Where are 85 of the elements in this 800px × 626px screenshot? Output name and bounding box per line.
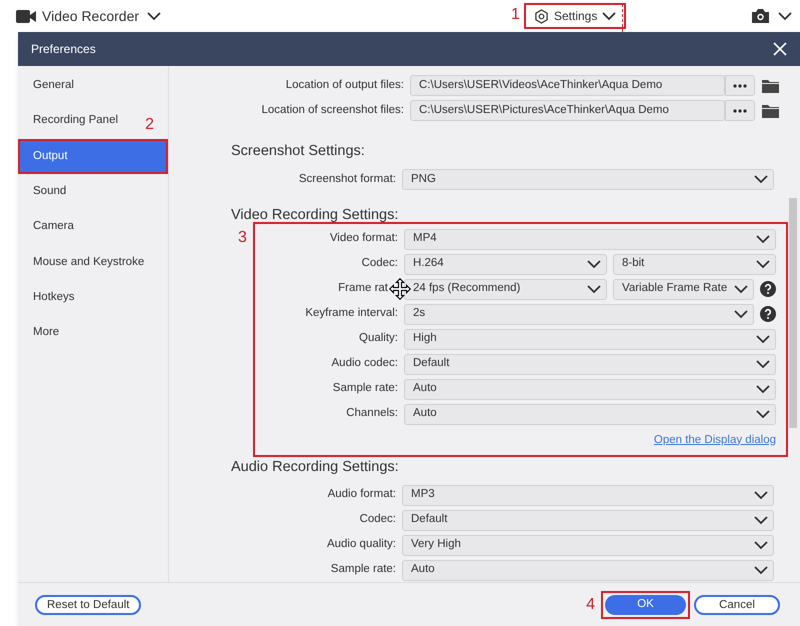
dialog-title: Preferences xyxy=(31,41,96,58)
more-icon xyxy=(733,84,747,88)
cancel-button[interactable]: Cancel xyxy=(694,594,780,614)
dropdown[interactable]: Default xyxy=(402,510,774,530)
dropdown[interactable]: PNG xyxy=(402,168,774,190)
dropdown[interactable]: Variable Frame Rate xyxy=(613,278,754,300)
field-label: Location of output files: xyxy=(286,78,404,93)
field-label: Screenshot format: xyxy=(298,172,396,187)
help-icon[interactable] xyxy=(760,306,776,322)
ok-button[interactable]: OK xyxy=(605,594,686,614)
app-title: Video Recorder xyxy=(42,6,140,26)
sidebar-item[interactable]: More xyxy=(18,315,168,350)
field-label: Codec: xyxy=(360,512,396,528)
field-label: Video format: xyxy=(330,231,398,246)
sidebar-item[interactable]: Output xyxy=(18,138,168,174)
camera-icon[interactable] xyxy=(752,9,769,23)
dropdown[interactable]: Auto xyxy=(402,560,774,580)
field-label: Codec: xyxy=(362,256,398,272)
section-heading: Video Recording Settings: xyxy=(230,206,400,225)
chevron-down-icon xyxy=(754,516,768,524)
browse-button[interactable] xyxy=(725,75,755,96)
sidebar-item[interactable]: General xyxy=(18,68,168,104)
field-label: Quality: xyxy=(359,331,398,346)
field-label: Channels: xyxy=(346,406,398,422)
section-heading: Screenshot Settings: xyxy=(230,142,366,161)
field-label: Sample rate: xyxy=(332,381,398,396)
reset-button[interactable]: Reset to Default xyxy=(35,594,142,614)
annotation-number: 1 xyxy=(511,7,520,23)
chevron-down-icon xyxy=(587,284,601,294)
folder-icon[interactable] xyxy=(762,78,779,92)
chevron-down-icon xyxy=(147,12,162,20)
settings-icon xyxy=(534,8,549,24)
dropdown[interactable]: 24 fps (Recommend) xyxy=(404,278,607,300)
field-label: Audio quality: xyxy=(326,537,396,552)
dropdown[interactable]: MP3 xyxy=(402,484,774,506)
chevron-down-icon xyxy=(587,260,601,268)
settings-button[interactable]: Settings xyxy=(524,3,626,29)
field-label: Location of screenshot files: xyxy=(261,102,404,118)
move-cursor-icon xyxy=(389,278,411,300)
chevron-down-icon xyxy=(756,360,770,368)
scrollbar[interactable] xyxy=(789,198,797,428)
annotation-number: 4 xyxy=(586,596,595,612)
browse-button[interactable] xyxy=(725,100,755,121)
chevron-down-icon xyxy=(602,12,616,20)
dropdown[interactable]: Auto xyxy=(404,378,776,400)
chevron-down-icon xyxy=(734,284,748,294)
annotation-number: 3 xyxy=(238,230,247,246)
chevron-down-icon xyxy=(754,490,768,500)
chevron-down-icon xyxy=(756,384,770,394)
dropdown[interactable]: High xyxy=(404,328,776,350)
chevron-down-icon xyxy=(734,310,748,318)
dropdown[interactable]: H.264 xyxy=(404,254,607,274)
display-dialog-link[interactable]: Open the Display dialog xyxy=(654,432,776,449)
help-icon[interactable] xyxy=(760,281,776,297)
section-heading: Audio Recording Settings: xyxy=(230,458,400,477)
sidebar-item[interactable]: Sound xyxy=(18,174,168,210)
sidebar-item[interactable]: Hotkeys xyxy=(18,280,168,316)
sidebar-item[interactable]: Camera xyxy=(18,209,168,244)
chevron-down-icon xyxy=(756,260,770,268)
chevron-down-icon xyxy=(756,234,770,244)
dropdown[interactable]: Very High xyxy=(402,534,774,556)
folder-icon[interactable] xyxy=(762,104,779,118)
path-field[interactable]: C:\Users\USER\Pictures\AceThinker\Aqua Demo xyxy=(410,100,725,121)
more-icon xyxy=(733,108,747,112)
dropdown[interactable]: MP4 xyxy=(404,228,776,250)
video-camera-icon xyxy=(16,10,36,22)
dropdown[interactable]: 8-bit xyxy=(613,254,776,274)
field-label: Frame rat xyxy=(338,281,388,296)
chevron-down-icon xyxy=(756,410,770,418)
annotation-number: 2 xyxy=(145,117,154,134)
dropdown[interactable]: Default xyxy=(404,354,776,374)
field-label: Audio codec: xyxy=(332,356,398,372)
chevron-down-icon xyxy=(778,12,792,21)
sidebar-item[interactable]: Mouse and Keystroke xyxy=(18,244,168,280)
chevron-down-icon xyxy=(754,540,768,550)
path-field[interactable]: C:\Users\USER\Videos\AceThinker\Aqua Demo xyxy=(410,75,725,96)
field-label: Audio format: xyxy=(328,487,396,502)
dropdown[interactable]: 2s xyxy=(404,304,754,324)
chevron-down-icon xyxy=(756,334,770,344)
field-label: Sample rate: xyxy=(330,562,396,578)
field-label: Keyframe interval: xyxy=(305,306,398,322)
chevron-down-icon xyxy=(754,566,768,574)
dropdown[interactable]: Auto xyxy=(404,404,776,424)
chevron-down-icon xyxy=(754,174,768,184)
close-icon[interactable] xyxy=(773,42,787,56)
